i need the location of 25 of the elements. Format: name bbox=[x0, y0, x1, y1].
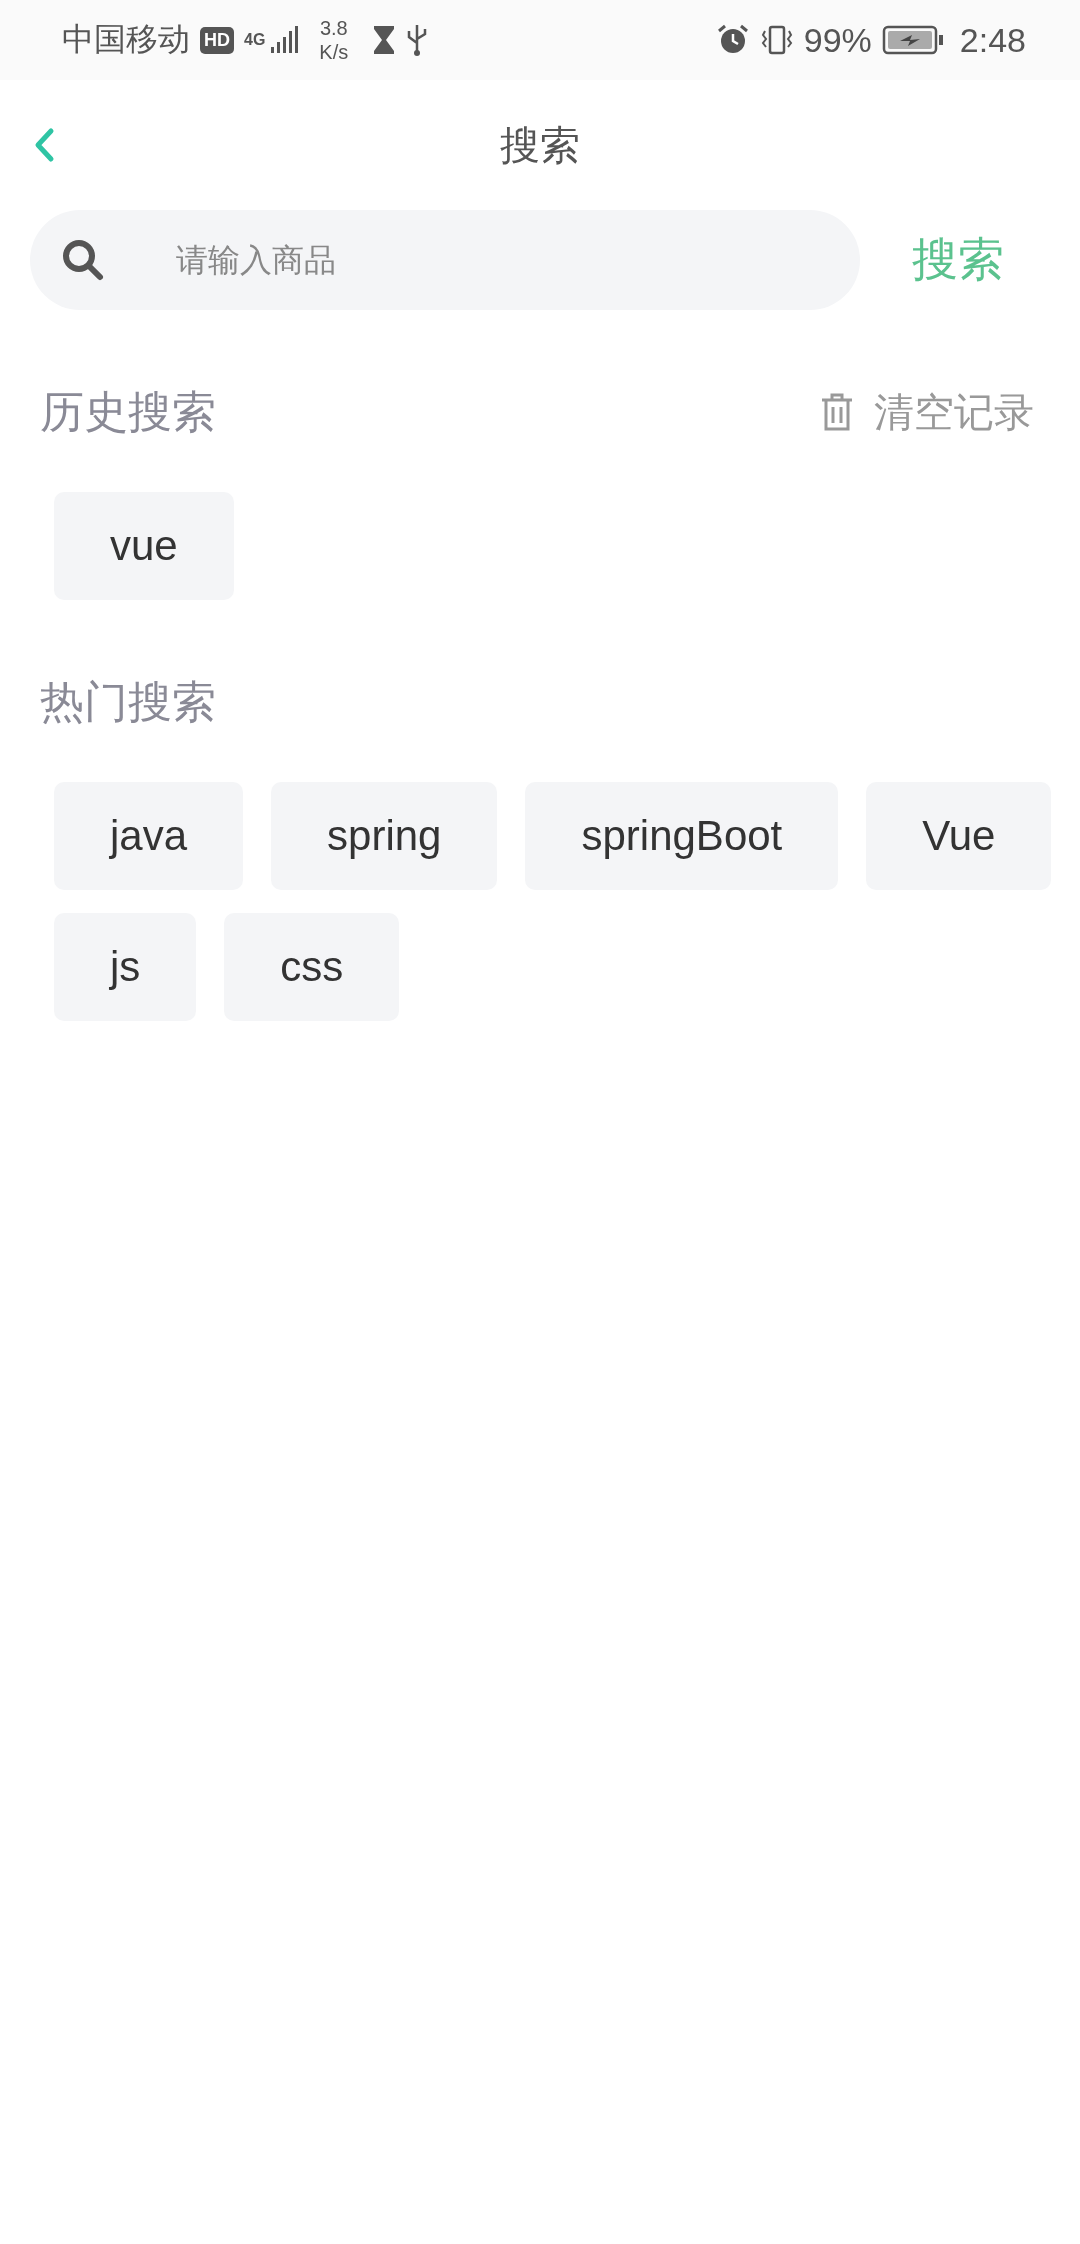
clock-time: 2:48 bbox=[959, 20, 1026, 60]
hot-search-tag[interactable]: spring bbox=[271, 782, 498, 890]
battery-charging-icon bbox=[881, 24, 944, 56]
section-title: 热门搜索 bbox=[40, 675, 216, 728]
hd-badge: HD bbox=[200, 26, 234, 54]
speed-unit: K/s bbox=[319, 40, 349, 64]
section-title: 历史搜索 bbox=[40, 385, 216, 438]
hourglass-icon bbox=[372, 24, 397, 56]
search-icon bbox=[60, 237, 106, 283]
hot-search-tag[interactable]: java bbox=[54, 782, 244, 890]
speed-value: 3.8 bbox=[319, 16, 348, 40]
hot-search-tag[interactable]: js bbox=[54, 913, 197, 1021]
network-type: 4G bbox=[244, 31, 266, 49]
hot-search-tag[interactable]: css bbox=[224, 913, 400, 1021]
signal-icon bbox=[269, 25, 300, 55]
battery-percentage: 99% bbox=[803, 20, 872, 60]
page-title: 搜索 bbox=[500, 121, 580, 169]
usb-icon bbox=[406, 23, 429, 57]
history-tag[interactable]: vue bbox=[54, 492, 234, 600]
vibrate-icon bbox=[759, 23, 794, 57]
carrier-name: 中国移动 bbox=[62, 20, 190, 59]
hot-search-tag[interactable]: springBoot bbox=[525, 782, 839, 890]
search-field[interactable]: 请输入商品 bbox=[30, 210, 860, 310]
trash-icon bbox=[820, 392, 854, 432]
hot-search-tag[interactable]: Vue bbox=[866, 782, 1052, 890]
